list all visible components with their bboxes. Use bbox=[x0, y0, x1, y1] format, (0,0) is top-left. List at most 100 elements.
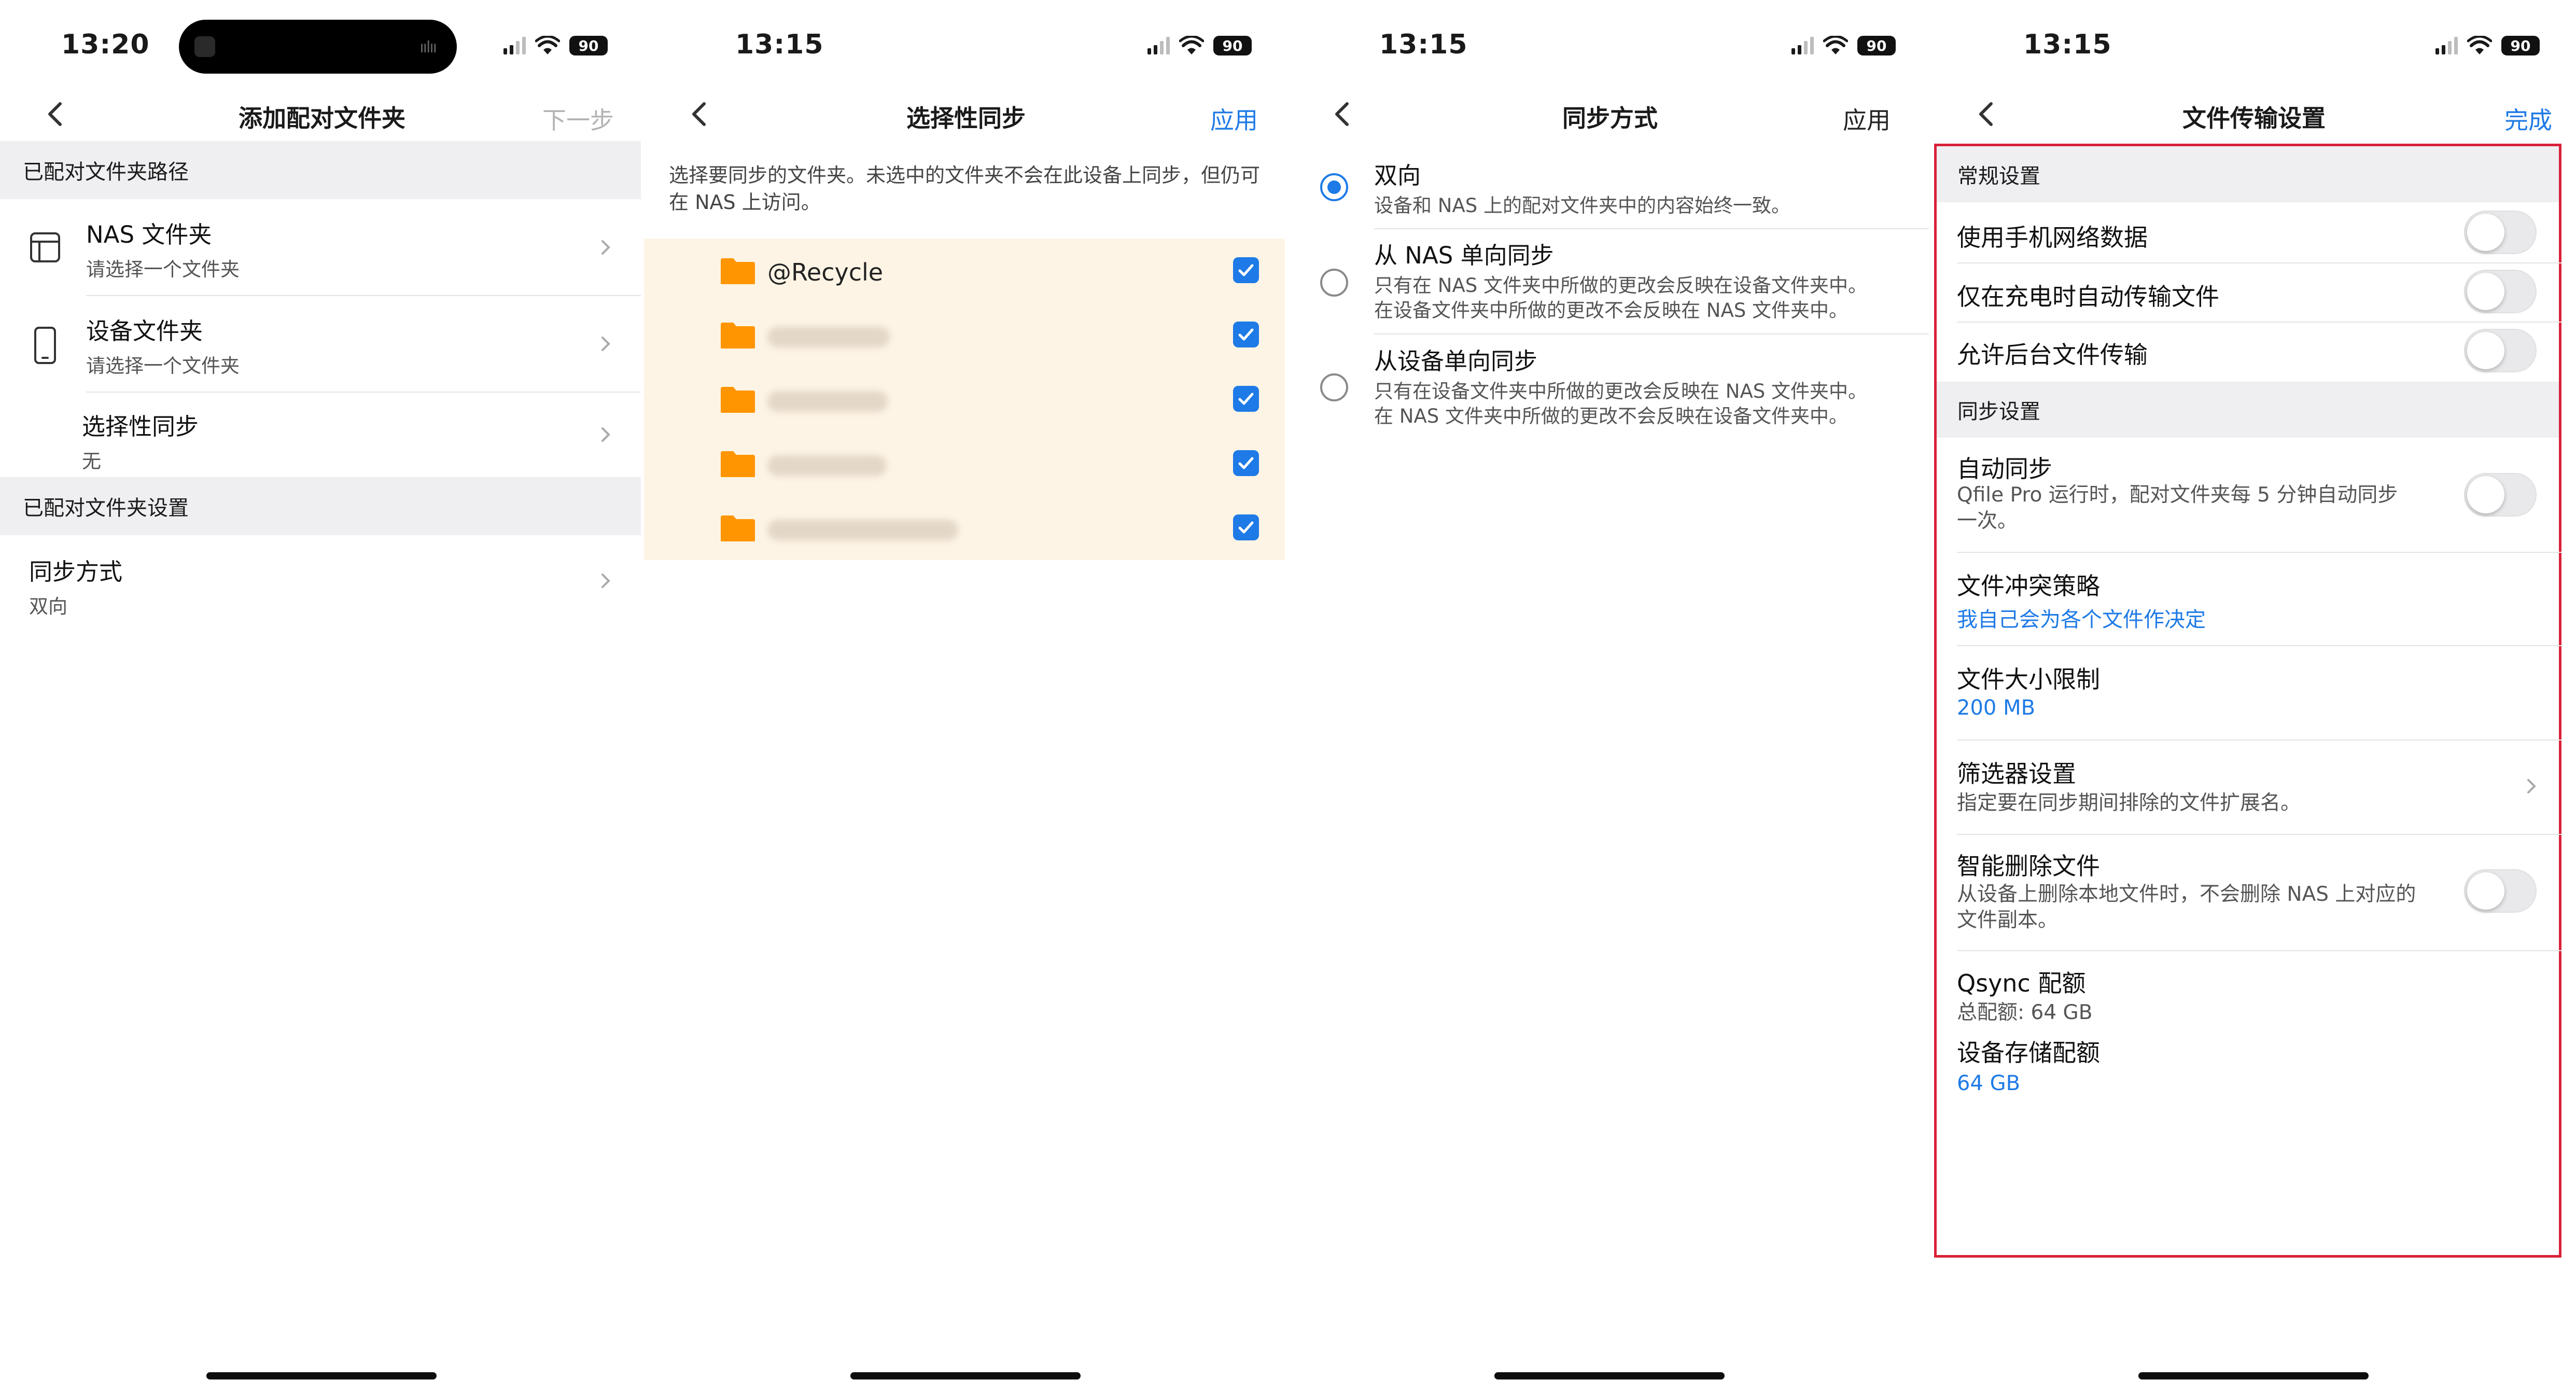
size-limit-row[interactable]: 文件大小限制 200 MB bbox=[1932, 646, 2564, 740]
apply-button[interactable]: 应用 bbox=[1843, 102, 1891, 136]
mobile-data-toggle[interactable] bbox=[2464, 211, 2537, 254]
music-app-icon bbox=[194, 36, 215, 57]
status-bar: 13:15 90 bbox=[1288, 0, 1932, 93]
filter-settings-row[interactable]: 筛选器设置 指定要在同步期间排除的文件扩展名。 bbox=[1932, 741, 2564, 834]
device-quota-value[interactable]: 64 GB bbox=[1957, 1071, 2020, 1095]
blurred-folder-name bbox=[767, 391, 888, 412]
status-time: 13:20 bbox=[61, 29, 150, 60]
folder-row[interactable] bbox=[644, 431, 1285, 496]
blurred-folder-name bbox=[767, 455, 887, 476]
smart-delete-toggle[interactable] bbox=[2464, 869, 2537, 913]
nas-folder-label: NAS 文件夹 bbox=[86, 221, 212, 248]
option-two-way[interactable]: 双向 设备和 NAS 上的配对文件夹中的内容始终一致。 bbox=[1288, 150, 1929, 228]
option-nas-one-way[interactable]: 从 NAS 单向同步 只有在 NAS 文件夹中所做的更改会反映在设备文件夹中。 … bbox=[1288, 229, 1929, 333]
option-title: 从设备单向同步 bbox=[1374, 347, 1538, 375]
smart-delete-desc-line: 文件副本。 bbox=[1957, 909, 2059, 932]
charging-only-label: 仅在充电时自动传输文件 bbox=[1957, 283, 2219, 311]
home-indicator[interactable] bbox=[206, 1372, 437, 1379]
folder-row[interactable] bbox=[644, 367, 1285, 431]
done-button[interactable]: 完成 bbox=[2504, 102, 2552, 136]
size-limit-value: 200 MB bbox=[1957, 696, 2036, 720]
screen-add-paired-folder: 13:20 ıılıı 90 添加配对文件夹 下一步 已配对文件夹路径 NAS … bbox=[0, 0, 644, 1394]
folder-icon bbox=[721, 515, 755, 541]
radio-unselected[interactable] bbox=[1320, 269, 1348, 297]
radio-unselected[interactable] bbox=[1320, 373, 1348, 401]
auto-sync-toggle[interactable] bbox=[2464, 473, 2537, 517]
nav-bar: 同步方式 应用 bbox=[1288, 88, 1932, 140]
background-transfer-toggle[interactable] bbox=[2464, 329, 2537, 372]
folder-icon bbox=[721, 323, 755, 348]
blurred-folder-name bbox=[767, 520, 958, 540]
smart-delete-row: 智能删除文件 从设备上删除本地文件时，不会删除 NAS 上对应的 文件副本。 bbox=[1932, 835, 2564, 950]
screen-selective-sync: 13:15 90 选择性同步 应用 选择要同步的文件夹。未选中的文件夹不会在此设… bbox=[644, 0, 1288, 1394]
option-device-one-way[interactable]: 从设备单向同步 只有在设备文件夹中所做的更改会反映在 NAS 文件夹中。 在 N… bbox=[1288, 335, 1929, 439]
cellular-signal-icon bbox=[1791, 37, 1814, 54]
section-header-general: 常规设置 bbox=[1937, 146, 2559, 202]
option-title: 双向 bbox=[1374, 162, 1421, 189]
folder-icon bbox=[721, 387, 755, 413]
status-icons: 90 bbox=[1147, 33, 1252, 58]
folder-row[interactable] bbox=[644, 303, 1285, 367]
selective-sync-row[interactable]: 选择性同步 无 bbox=[0, 392, 641, 477]
wifi-icon bbox=[1823, 36, 1848, 54]
home-indicator[interactable] bbox=[850, 1372, 1081, 1379]
cellular-signal-icon bbox=[503, 37, 526, 54]
radio-selected[interactable] bbox=[1320, 173, 1348, 201]
apply-button[interactable]: 应用 bbox=[1210, 102, 1258, 136]
nas-folder-row[interactable]: NAS 文件夹 请选择一个文件夹 bbox=[0, 199, 641, 296]
mobile-data-label: 使用手机网络数据 bbox=[1957, 224, 2148, 252]
wifi-icon bbox=[535, 36, 560, 54]
audio-wave-icon: ıılıı bbox=[419, 38, 437, 57]
auto-sync-desc-line: Qfile Pro 运行时，配对文件夹每 5 分钟自动同步 bbox=[1957, 483, 2398, 507]
chevron-right-icon bbox=[2527, 779, 2536, 793]
next-step-button[interactable]: 下一步 bbox=[542, 102, 614, 136]
qsync-quota-section: Qsync 配额 总配额: 64 GB 设备存储配额 64 GB bbox=[1932, 951, 2564, 1107]
wifi-icon bbox=[1179, 36, 1204, 54]
folder-row[interactable]: @Recycle bbox=[644, 239, 1285, 303]
page-title: 选择性同步 bbox=[906, 104, 1026, 132]
screen-file-transfer-settings: 13:15 90 文件传输设置 完成 常规设置 使用手机网络数据 仅在充电时自动… bbox=[1932, 0, 2576, 1394]
charging-only-toggle[interactable] bbox=[2464, 270, 2537, 313]
status-bar: 13:15 90 bbox=[1932, 0, 2576, 93]
phone-device-icon bbox=[34, 327, 56, 364]
option-desc: 设备和 NAS 上的配对文件夹中的内容始终一致。 bbox=[1374, 194, 1790, 217]
home-indicator[interactable] bbox=[2138, 1372, 2369, 1379]
option-desc-block: 只有在 NAS 文件夹中所做的更改会反映在设备文件夹中。 在设备文件夹中所做的更… bbox=[1374, 273, 1913, 323]
size-limit-label: 文件大小限制 bbox=[1957, 665, 2100, 693]
auto-sync-desc: Qfile Pro 运行时，配对文件夹每 5 分钟自动同步 一次。 bbox=[1957, 482, 2398, 534]
chevron-right-icon bbox=[601, 427, 610, 442]
option-desc-line: 在 NAS 文件夹中所做的更改不会反映在设备文件夹中。 bbox=[1374, 405, 1848, 427]
checkbox-checked[interactable] bbox=[1233, 514, 1259, 540]
status-bar: 13:15 90 bbox=[644, 0, 1288, 93]
checkbox-checked[interactable] bbox=[1233, 257, 1259, 283]
divider bbox=[1374, 333, 1929, 334]
checkbox-checked[interactable] bbox=[1233, 386, 1259, 412]
chevron-right-icon bbox=[601, 240, 610, 255]
checkbox-checked[interactable] bbox=[1233, 322, 1259, 347]
selective-sync-label: 选择性同步 bbox=[82, 413, 199, 440]
option-desc-line: 在设备文件夹中所做的更改不会反映在 NAS 文件夹中。 bbox=[1374, 299, 1848, 322]
conflict-policy-row[interactable]: 文件冲突策略 我自己会为各个文件作决定 bbox=[1932, 553, 2564, 645]
option-desc-line: 只有在设备文件夹中所做的更改会反映在 NAS 文件夹中。 bbox=[1374, 380, 1867, 402]
status-time: 13:15 bbox=[735, 29, 824, 60]
status-time: 13:15 bbox=[1379, 29, 1468, 60]
folder-row[interactable] bbox=[644, 496, 1285, 560]
blurred-folder-name bbox=[767, 327, 890, 347]
section-header-settings: 已配对文件夹设置 bbox=[0, 477, 641, 535]
page-title: 文件传输设置 bbox=[2182, 104, 2326, 132]
nas-folder-icon bbox=[30, 232, 60, 262]
sync-method-value: 双向 bbox=[29, 595, 67, 618]
chevron-right-icon bbox=[601, 337, 610, 351]
section-header-sync: 同步设置 bbox=[1937, 382, 2559, 438]
conflict-policy-label: 文件冲突策略 bbox=[1957, 572, 2100, 600]
folder-icon bbox=[721, 258, 755, 284]
qsync-quota-total: 总配额: 64 GB bbox=[1957, 1001, 2093, 1024]
nav-bar: 添加配对文件夹 下一步 bbox=[0, 88, 644, 140]
sync-method-row[interactable]: 同步方式 双向 bbox=[0, 535, 641, 626]
checkbox-checked[interactable] bbox=[1233, 450, 1259, 476]
device-quota-label: 设备存储配额 bbox=[1957, 1039, 2100, 1067]
nav-bar: 选择性同步 应用 bbox=[644, 88, 1288, 140]
home-indicator[interactable] bbox=[1494, 1372, 1725, 1379]
device-folder-row[interactable]: 设备文件夹 请选择一个文件夹 bbox=[0, 296, 641, 392]
cellular-signal-icon bbox=[2435, 37, 2458, 54]
